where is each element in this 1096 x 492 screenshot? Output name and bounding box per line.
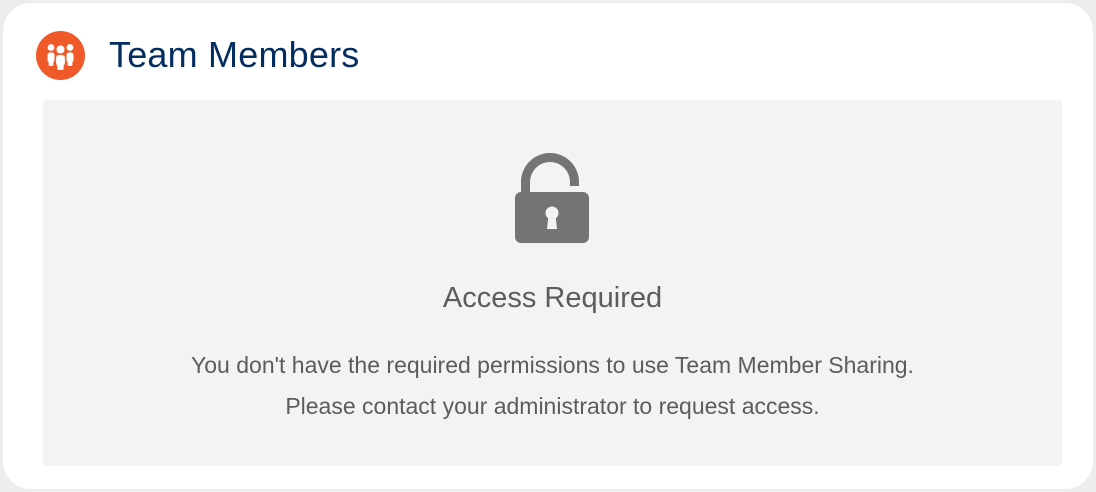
- lock-icon: [513, 152, 591, 244]
- access-required-heading: Access Required: [442, 282, 663, 314]
- card-title: Team Members: [109, 34, 360, 75]
- card-header: Team Members: [36, 30, 359, 80]
- access-required-message: You don't have the required permissions …: [43, 345, 1062, 427]
- team-members-icon: [36, 30, 85, 80]
- team-members-card: Team Members Access Required You don't h…: [3, 3, 1093, 489]
- message-line-2: Please contact your administrator to req…: [285, 393, 820, 419]
- message-line-1: You don't have the required permissions …: [191, 352, 914, 378]
- access-required-panel: Access Required You don't have the requi…: [43, 100, 1062, 466]
